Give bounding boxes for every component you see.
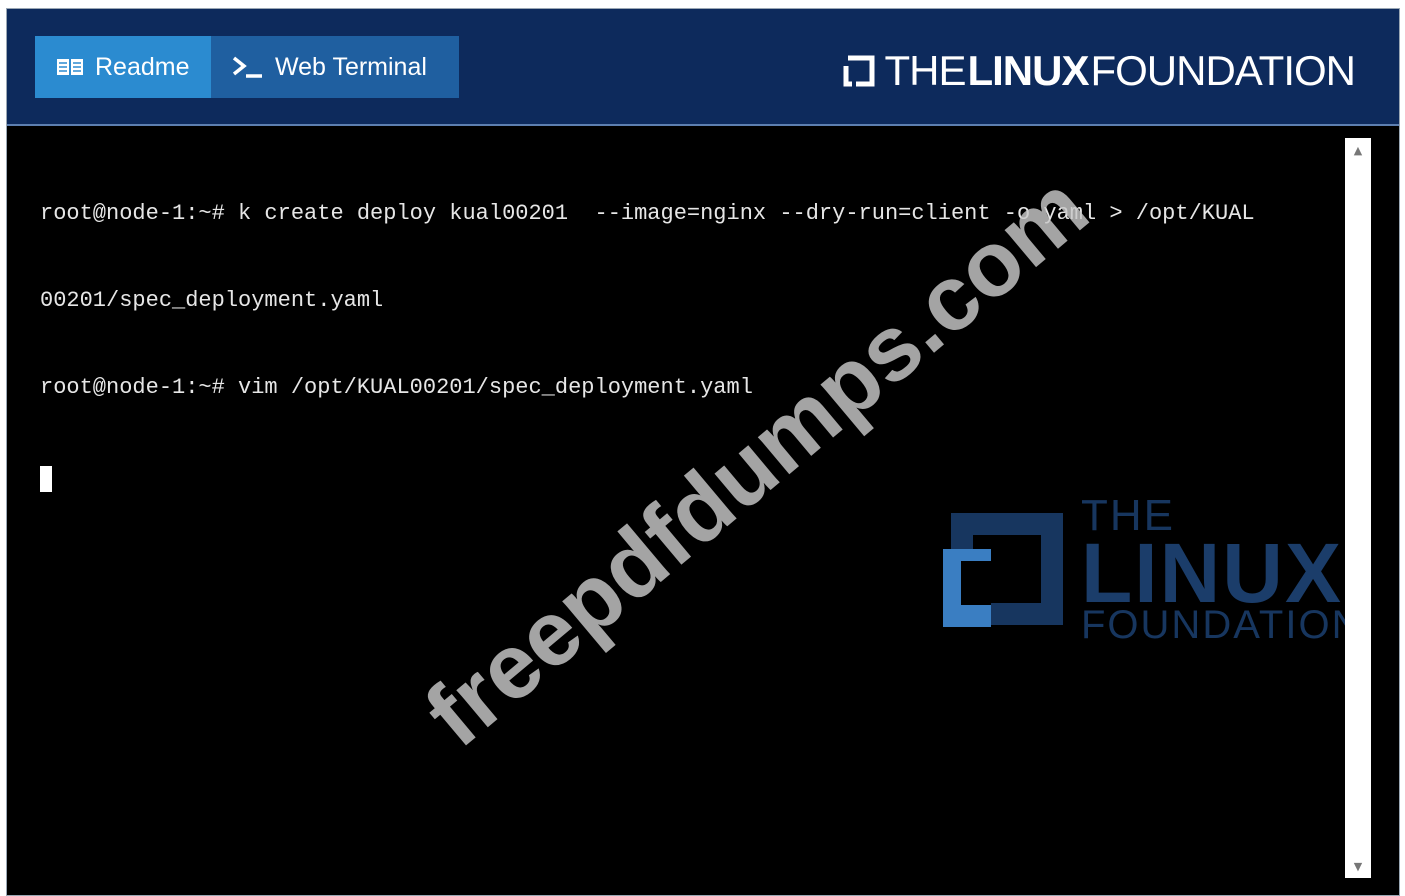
scroll-down-arrow-icon[interactable]: ▼ (1345, 854, 1371, 878)
terminal-output[interactable]: root@node-1:~# k create deploy kual00201… (7, 126, 1337, 895)
book-icon (55, 56, 85, 78)
linux-foundation-logo: THE LINUX FOUNDATION (842, 47, 1356, 95)
header-bar: Readme Web Terminal THE LINUX FOUNDATION (7, 9, 1399, 126)
tab-bar: Readme Web Terminal (35, 36, 459, 98)
terminal-cursor (40, 466, 52, 492)
terminal-scrollbar[interactable]: ▲ ▼ (1345, 138, 1371, 878)
linux-foundation-mark-icon (842, 54, 876, 88)
scroll-up-arrow-icon[interactable]: ▲ (1345, 138, 1371, 162)
brand-main: LINUX (967, 47, 1089, 94)
terminal-line: root@node-1:~# k create deploy kual00201… (40, 201, 1255, 226)
brand-prefix: THE (884, 47, 966, 94)
terminal-line: 00201/spec_deployment.yaml (40, 288, 384, 313)
tab-readme[interactable]: Readme (35, 36, 211, 98)
app-window: Readme Web Terminal THE LINUX FOUNDATION… (6, 8, 1400, 896)
terminal-cursor-line (40, 460, 1337, 492)
terminal-line: root@node-1:~# vim /opt/KUAL00201/spec_d… (40, 375, 753, 400)
tab-web-terminal-label: Web Terminal (275, 52, 427, 81)
terminal-prompt-icon (231, 55, 265, 79)
tab-web-terminal[interactable]: Web Terminal (211, 36, 459, 98)
brand-suffix: FOUNDATION (1090, 47, 1356, 94)
tab-readme-label: Readme (95, 52, 190, 81)
